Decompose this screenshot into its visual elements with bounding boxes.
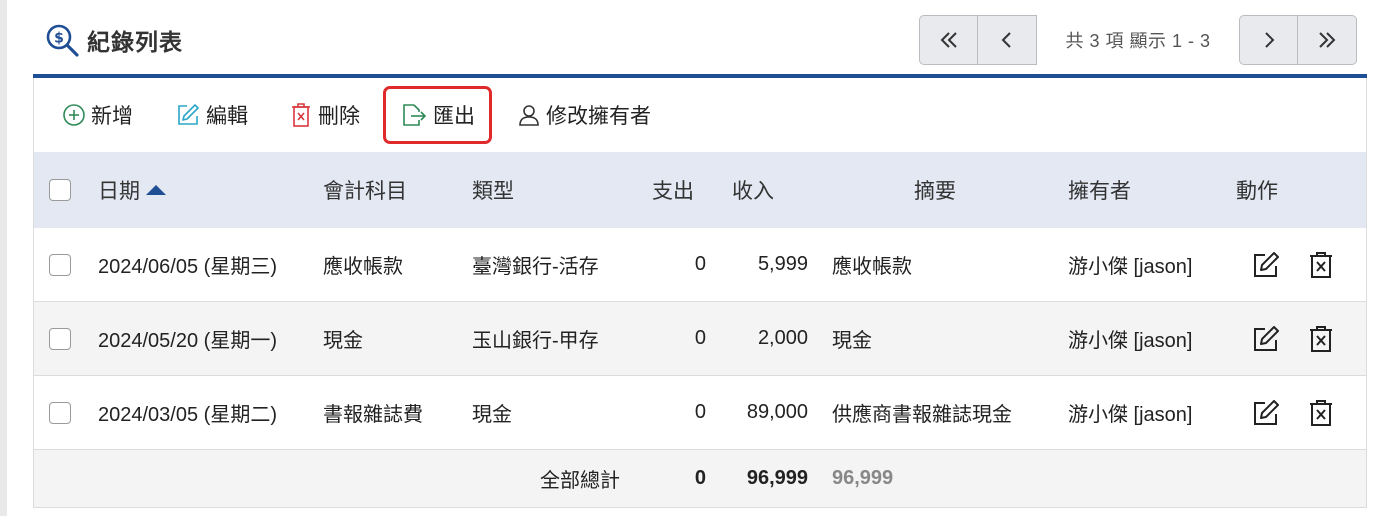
row-account: 應收帳款 [323, 256, 403, 278]
column-header-owner[interactable]: 擁有者 [1068, 152, 1131, 228]
table-header-row: 日期 會計科目 類型 支出 收入 摘要 擁有者 動作 [34, 152, 1366, 228]
user-icon [519, 105, 539, 126]
pagination: 共 3 項 顯示 1 - 3 [919, 15, 1357, 65]
page-left-edge [0, 0, 7, 516]
row-income: 5,999 [757, 253, 808, 275]
row-delete-icon[interactable] [1306, 250, 1336, 280]
chevron-right-icon [1264, 32, 1274, 48]
row-owner: 游小傑 [jason] [1068, 404, 1193, 426]
row-account: 書報雜誌費 [323, 404, 423, 426]
total-label: 全部總計 [540, 470, 620, 492]
row-owner: 游小傑 [jason] [1068, 256, 1193, 278]
row-summary: 現金 [832, 330, 872, 352]
column-header-income[interactable]: 收入 [732, 152, 774, 228]
svg-text:$: $ [54, 31, 64, 47]
records-table: 日期 會計科目 類型 支出 收入 摘要 擁有者 動作 2024/06/05 (星… [33, 152, 1367, 508]
row-account: 現金 [323, 330, 363, 352]
add-button-label: 新增 [91, 105, 133, 128]
plus-circle-icon [63, 104, 85, 126]
double-chevron-left-icon [940, 32, 957, 48]
table-footer-row: 全部總計 0 96,999 96,999 [34, 450, 1366, 508]
row-type: 現金 [472, 404, 512, 426]
total-expense: 0 [694, 467, 706, 489]
row-checkbox[interactable] [49, 327, 71, 350]
page-title: 紀錄列表 [87, 29, 183, 55]
row-type: 臺灣銀行-活存 [472, 256, 599, 278]
column-header-type[interactable]: 類型 [472, 152, 514, 228]
row-date: 2024/06/05 (星期三) [98, 256, 277, 278]
search-dollar-icon: $ [46, 24, 79, 57]
row-summary: 供應商書報雜誌現金 [832, 404, 1012, 426]
row-checkbox[interactable] [49, 401, 71, 424]
row-income: 89,000 [746, 401, 808, 423]
column-header-actions: 動作 [1236, 180, 1278, 203]
first-page-button[interactable] [919, 15, 978, 65]
change-owner-button[interactable]: 修改擁有者 [517, 92, 651, 138]
column-header-expense[interactable]: 支出 [614, 152, 694, 228]
table-row: 2024/05/20 (星期一) 現金 玉山銀行-甲存 0 2,000 現金 游… [34, 302, 1366, 376]
row-delete-icon[interactable] [1306, 324, 1336, 354]
title-group: $ 紀錄列表 [44, 22, 183, 58]
select-all-checkbox[interactable] [49, 179, 71, 201]
column-header-summary[interactable]: 摘要 [914, 152, 956, 228]
chevron-left-icon [1001, 32, 1011, 48]
delete-button-label: 刪除 [318, 105, 360, 128]
table-row: 2024/06/05 (星期三) 應收帳款 臺灣銀行-活存 0 5,999 應收… [34, 228, 1366, 302]
total-net: 96,999 [832, 467, 894, 489]
row-delete-icon[interactable] [1306, 398, 1336, 428]
table-row: 2024/03/05 (星期二) 書報雜誌費 現金 0 89,000 供應商書報… [34, 376, 1366, 450]
row-date: 2024/05/20 (星期一) [98, 330, 277, 352]
row-date: 2024/03/05 (星期二) [98, 404, 277, 426]
total-income: 96,999 [746, 467, 808, 489]
export-button-label: 匯出 [433, 105, 475, 128]
edit-button-label: 編輯 [206, 105, 248, 128]
row-type: 玉山銀行-甲存 [472, 330, 599, 352]
toolbar: 新增 編輯 刪除 匯出 修改擁有者 [33, 78, 1367, 152]
sort-ascending-icon [146, 185, 166, 195]
file-export-icon [403, 104, 427, 126]
row-income: 2,000 [757, 327, 808, 349]
double-chevron-right-icon [1319, 32, 1336, 48]
delete-button[interactable]: 刪除 [289, 92, 360, 138]
column-header-date[interactable]: 日期 [98, 152, 167, 228]
pager-info: 共 3 項 顯示 1 - 3 [1065, 31, 1211, 51]
change-owner-button-label: 修改擁有者 [546, 105, 651, 128]
list-header: $ 紀錄列表 共 3 項 顯示 1 - 3 [33, 0, 1367, 78]
edit-icon [178, 104, 199, 125]
row-checkbox[interactable] [49, 253, 71, 276]
column-header-account[interactable]: 會計科目 [323, 152, 407, 228]
row-owner: 游小傑 [jason] [1068, 330, 1193, 352]
row-edit-icon[interactable] [1251, 398, 1281, 428]
trash-icon [292, 103, 310, 127]
row-expense: 0 [694, 253, 706, 275]
prev-page-button[interactable] [978, 15, 1037, 65]
row-summary: 應收帳款 [832, 256, 912, 278]
last-page-button[interactable] [1298, 15, 1357, 65]
row-edit-icon[interactable] [1251, 250, 1281, 280]
add-button[interactable]: 新增 [62, 92, 133, 138]
row-expense: 0 [694, 401, 706, 423]
edit-button[interactable]: 編輯 [175, 92, 248, 138]
next-page-button[interactable] [1239, 15, 1298, 65]
row-edit-icon[interactable] [1251, 324, 1281, 354]
export-button[interactable]: 匯出 [383, 86, 492, 144]
row-expense: 0 [694, 327, 706, 349]
